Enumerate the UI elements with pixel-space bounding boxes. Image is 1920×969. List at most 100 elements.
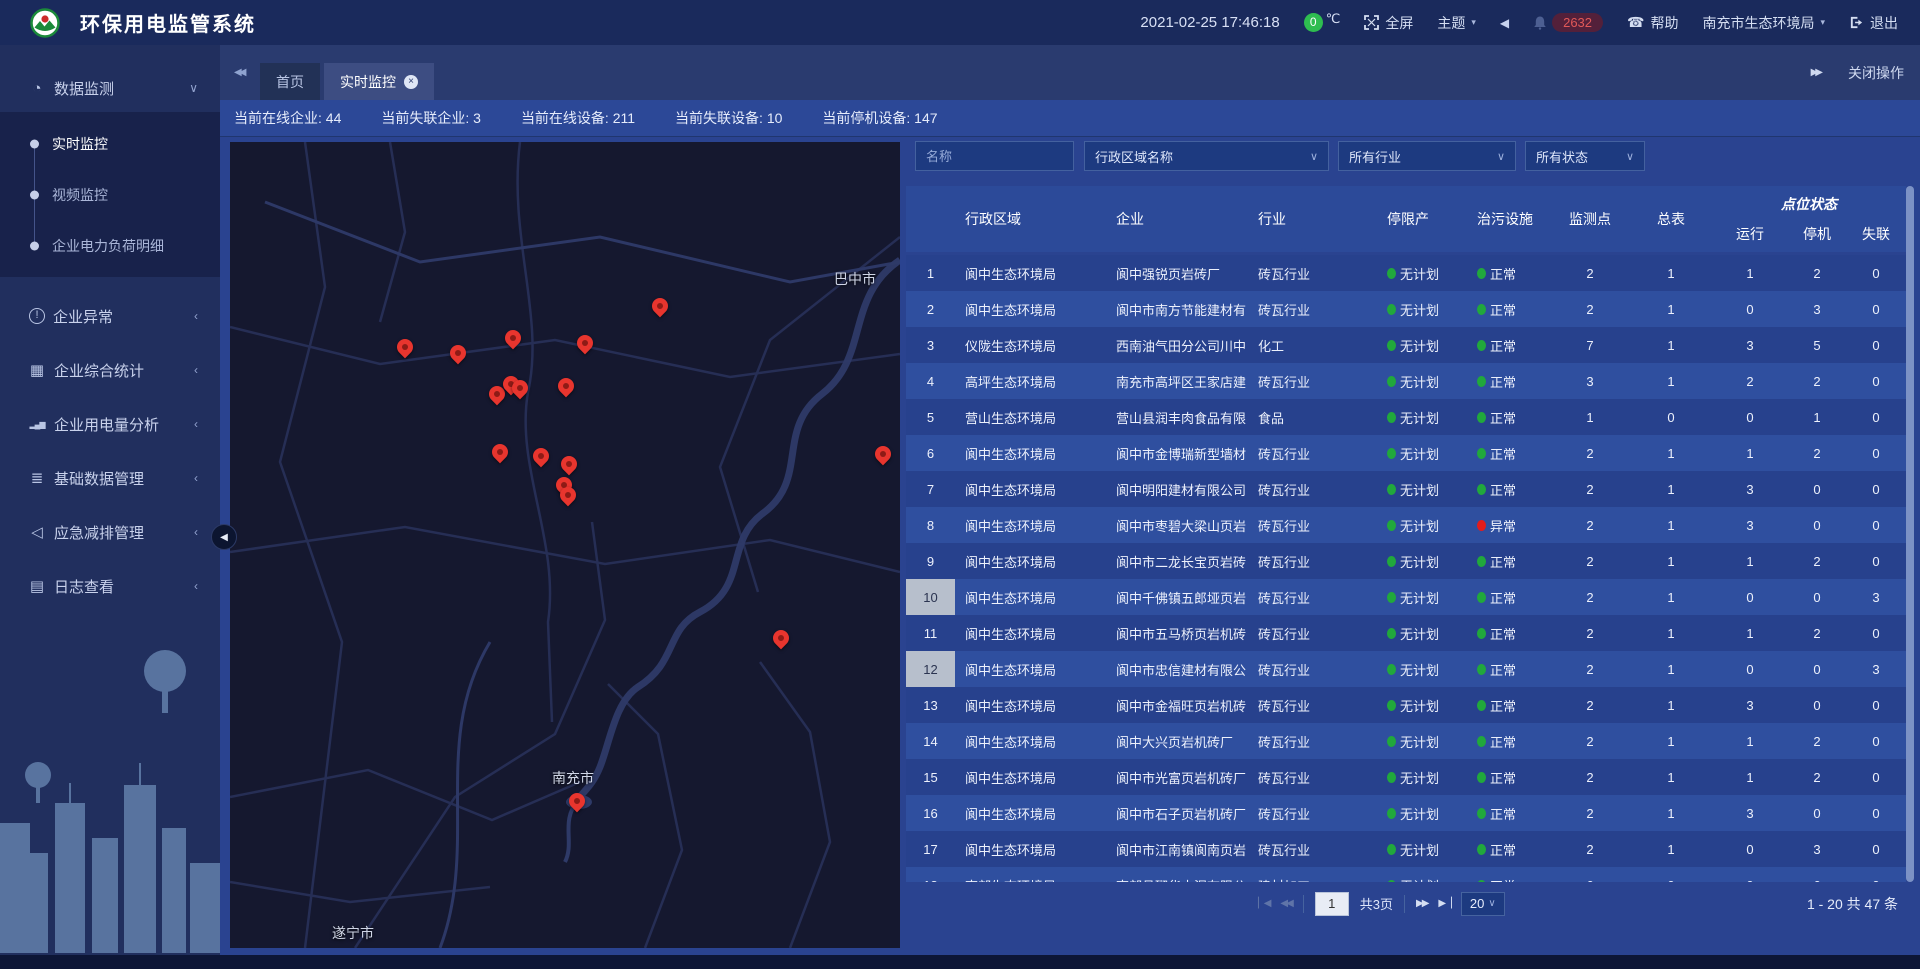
- log-icon: ▤: [28, 577, 46, 595]
- notification-area[interactable]: 2632: [1533, 13, 1603, 32]
- cell-facility: 正常: [1470, 471, 1550, 507]
- logout-button[interactable]: 退出: [1849, 13, 1898, 33]
- sidebar-group-log-view[interactable]: ▤日志查看‹: [0, 559, 220, 613]
- last-page-icon[interactable]: ▶▕: [1438, 898, 1449, 909]
- sidebar-item-power-load-detail[interactable]: 企业电力负荷明细: [0, 220, 220, 271]
- table-row[interactable]: 18南部生态环境局南部县砌华水泥有限公建材加工无计划正常60060: [906, 867, 1906, 882]
- table-scrollbar[interactable]: [1906, 186, 1914, 882]
- cell-lost: 0: [1846, 255, 1906, 291]
- cell-region: 阆中生态环境局: [955, 723, 1110, 759]
- status-text: 正常: [1490, 408, 1516, 427]
- sidebar-group-power-analysis[interactable]: ▂▄▆企业用电量分析‹: [0, 397, 220, 451]
- cell-limit: 无计划: [1375, 291, 1470, 327]
- page-number-input[interactable]: [1315, 892, 1349, 916]
- speaker-mute-icon[interactable]: ◀: [1500, 16, 1509, 30]
- cell-limit: 无计划: [1375, 399, 1470, 435]
- cell-limit: 无计划: [1375, 363, 1470, 399]
- close-icon[interactable]: ×: [404, 75, 418, 89]
- cell-region: 阆中生态环境局: [955, 651, 1110, 687]
- sidebar-menu: ◔数据监测∨ 实时监控视频监控企业电力负荷明细 !企业异常‹▦企业综合统计‹▂▄▆企…: [0, 64, 220, 613]
- status-filter-select[interactable]: 所有状态∨: [1525, 141, 1645, 171]
- cell-meter: 1: [1630, 291, 1712, 327]
- sidebar-item-realtime-monitoring[interactable]: 实时监控: [0, 118, 220, 169]
- status-text: 无计划: [1400, 408, 1439, 427]
- tabs-scroll-right-icon[interactable]: ▶▶: [1811, 67, 1820, 78]
- table-row[interactable]: 16阆中生态环境局阆中市石子页岩机砖厂砖瓦行业无计划正常21300: [906, 795, 1906, 831]
- cell-monitor: 3: [1550, 363, 1630, 399]
- theme-dropdown[interactable]: 主题 ▾: [1437, 13, 1476, 33]
- table-row[interactable]: 4高坪生态环境局南充市高坪区王家店建砖瓦行业无计划正常31220: [906, 363, 1906, 399]
- close-operations-button[interactable]: 关闭操作: [1848, 63, 1904, 83]
- cell-meter: 1: [1630, 795, 1712, 831]
- region-filter-select[interactable]: 行政区域名称∨: [1084, 141, 1329, 171]
- sidebar-group-enterprise-abnormal[interactable]: !企业异常‹: [0, 289, 220, 343]
- table-row[interactable]: 2阆中生态环境局阆中市南方节能建材有砖瓦行业无计划正常21030: [906, 291, 1906, 327]
- sidebar-item-video-monitoring[interactable]: 视频监控: [0, 169, 220, 220]
- collapse-left-icon: ◀: [220, 532, 228, 543]
- table-row[interactable]: 3仪陇生态环境局西南油气田分公司川中化工无计划正常71350: [906, 327, 1906, 363]
- tab-realtime[interactable]: 实时监控×: [324, 63, 434, 100]
- cell-monitor: 2: [1550, 651, 1630, 687]
- next-page-icon[interactable]: ▶▶: [1416, 898, 1427, 909]
- tab-home[interactable]: 首页: [260, 63, 320, 100]
- tabs-scroll-left-icon[interactable]: ◀◀: [234, 45, 243, 100]
- first-page-icon[interactable]: ▏◀: [1258, 898, 1269, 909]
- cell-limit: 无计划: [1375, 507, 1470, 543]
- cell-limit: 无计划: [1375, 435, 1470, 471]
- status-text: 无计划: [1400, 372, 1439, 391]
- table-row[interactable]: 13阆中生态环境局阆中市金福旺页岩机砖砖瓦行业无计划正常21300: [906, 687, 1906, 723]
- name-search-input[interactable]: [915, 141, 1074, 171]
- cell-stop: 2: [1788, 615, 1846, 651]
- cell-region: 阆中生态环境局: [955, 471, 1110, 507]
- cell-industry: 砖瓦行业: [1255, 471, 1375, 507]
- map-city-label: 南充市: [552, 768, 594, 788]
- table-row[interactable]: 1阆中生态环境局阆中强锐页岩砖厂砖瓦行业无计划正常21120: [906, 255, 1906, 291]
- table-header: 行政区域企业行业停限产治污设施监测点总表点位状态运行停机失联: [906, 186, 1906, 252]
- cell-region: 阆中生态环境局: [955, 507, 1110, 543]
- bell-icon: [1533, 15, 1547, 30]
- sidebar-group-enterprise-statistics[interactable]: ▦企业综合统计‹: [0, 343, 220, 397]
- cell-company: 阆中市江南镇阆南页岩: [1110, 831, 1255, 867]
- panel-collapse-button[interactable]: ◀: [211, 524, 237, 550]
- sidebar-group-data-monitoring[interactable]: ◔数据监测∨: [0, 64, 220, 112]
- table-row[interactable]: 11阆中生态环境局阆中市五马桥页岩机砖砖瓦行业无计划正常21120: [906, 615, 1906, 651]
- fullscreen-button[interactable]: 全屏: [1364, 13, 1413, 33]
- cell-stop: 0: [1788, 471, 1846, 507]
- cell-company: 阆中市二龙长宝页岩砖: [1110, 543, 1255, 579]
- cell-industry: 砖瓦行业: [1255, 435, 1375, 471]
- sidebar-group-emergency-reduction[interactable]: ◁应急减排管理‹: [0, 505, 220, 559]
- column-header: 治污设施: [1470, 186, 1550, 252]
- cell-stop: 2: [1788, 543, 1846, 579]
- status-text: 无计划: [1400, 300, 1439, 319]
- table-row[interactable]: 7阆中生态环境局阆中明阳建材有限公司砖瓦行业无计划正常21300: [906, 471, 1906, 507]
- status-dot-icon: [1477, 304, 1486, 315]
- status-text: 无计划: [1400, 552, 1439, 571]
- table-row[interactable]: 5营山生态环境局营山县润丰肉食品有限食品无计划正常10010: [906, 399, 1906, 435]
- table-row[interactable]: 12阆中生态环境局阆中市忠信建材有限公砖瓦行业无计划正常21003: [906, 651, 1906, 687]
- cell-stop: 6: [1788, 867, 1846, 882]
- status-text: 无计划: [1400, 588, 1439, 607]
- cell-limit: 无计划: [1375, 759, 1470, 795]
- status-dot-icon: [1477, 376, 1486, 387]
- select-value: 行政区域名称: [1095, 147, 1173, 166]
- help-button[interactable]: ☎ 帮助: [1627, 13, 1678, 33]
- map[interactable]: 巴中市南充市遂宁市: [230, 142, 900, 948]
- table-row[interactable]: 8阆中生态环境局阆中市枣碧大梁山页岩砖瓦行业无计划异常21300: [906, 507, 1906, 543]
- fullscreen-icon: [1364, 15, 1379, 30]
- stat-item: 当前停机设备: 147: [822, 108, 937, 128]
- table-row[interactable]: 15阆中生态环境局阆中市光富页岩机砖厂砖瓦行业无计划正常21120: [906, 759, 1906, 795]
- cell-meter: 1: [1630, 507, 1712, 543]
- industry-filter-select[interactable]: 所有行业∨: [1338, 141, 1516, 171]
- cell-limit: 无计划: [1375, 255, 1470, 291]
- table-row[interactable]: 9阆中生态环境局阆中市二龙长宝页岩砖砖瓦行业无计划正常21120: [906, 543, 1906, 579]
- prev-page-icon[interactable]: ◀◀: [1280, 898, 1291, 909]
- table-row[interactable]: 17阆中生态环境局阆中市江南镇阆南页岩砖瓦行业无计划正常21030: [906, 831, 1906, 867]
- sidebar-group-basic-data-management[interactable]: ≣基础数据管理‹: [0, 451, 220, 505]
- table-row[interactable]: 6阆中生态环境局阆中市金博瑞新型墙材砖瓦行业无计划正常21120: [906, 435, 1906, 471]
- org-dropdown[interactable]: 南充市生态环境局 ▾: [1702, 13, 1825, 33]
- status-dot-icon: [1477, 736, 1486, 747]
- table-row[interactable]: 10阆中生态环境局阆中千佛镇五郎垭页岩砖瓦行业无计划正常21003: [906, 579, 1906, 615]
- table-row[interactable]: 14阆中生态环境局阆中大兴页岩机砖厂砖瓦行业无计划正常21120: [906, 723, 1906, 759]
- cell-no: 3: [906, 327, 955, 363]
- page-size-select[interactable]: 20 ∨: [1461, 892, 1505, 916]
